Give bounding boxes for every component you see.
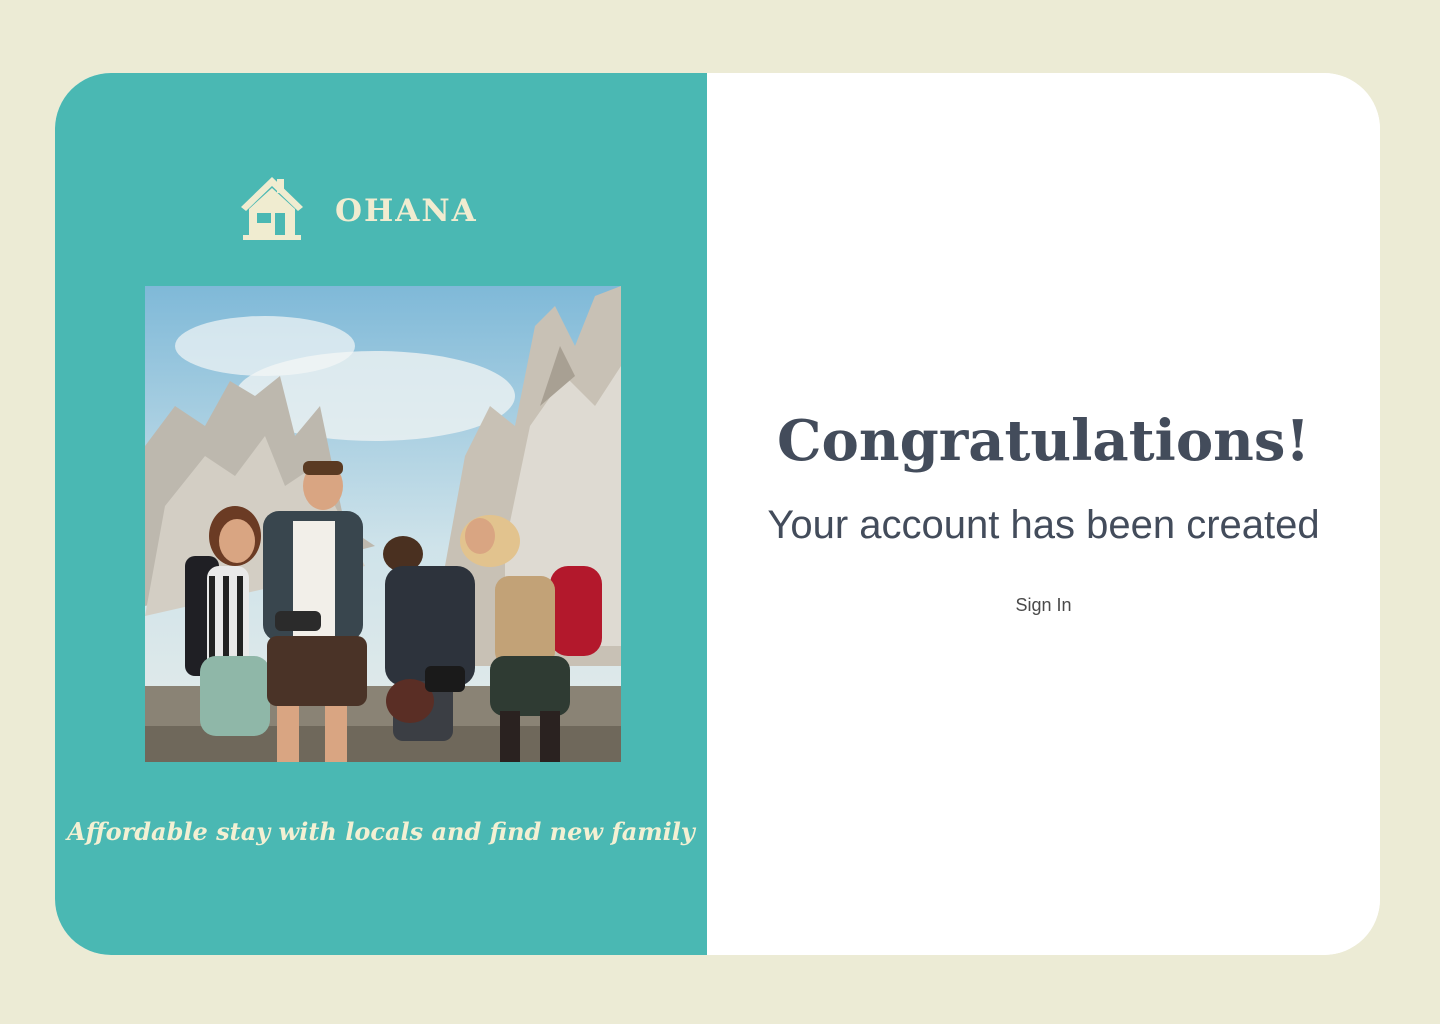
sign-in-row: Sign In <box>707 595 1380 616</box>
congratulations-heading: Congratulations! <box>776 408 1311 474</box>
account-created-message: Your account has been created <box>767 503 1320 547</box>
house-icon <box>241 177 303 240</box>
brand-name: OHANA <box>335 193 478 229</box>
brand-panel: OHANA Affordable stay with locals and fi… <box>55 73 707 955</box>
hero-photo <box>145 286 621 762</box>
sign-in-link[interactable]: Sign In <box>1015 595 1071 615</box>
confirmation-panel: Congratulations! Your account has been c… <box>707 73 1380 955</box>
signup-success-card: OHANA Affordable stay with locals and fi… <box>55 73 1380 955</box>
brand-logo: OHANA <box>239 173 478 243</box>
tagline: Affordable stay with locals and find new… <box>67 817 695 846</box>
